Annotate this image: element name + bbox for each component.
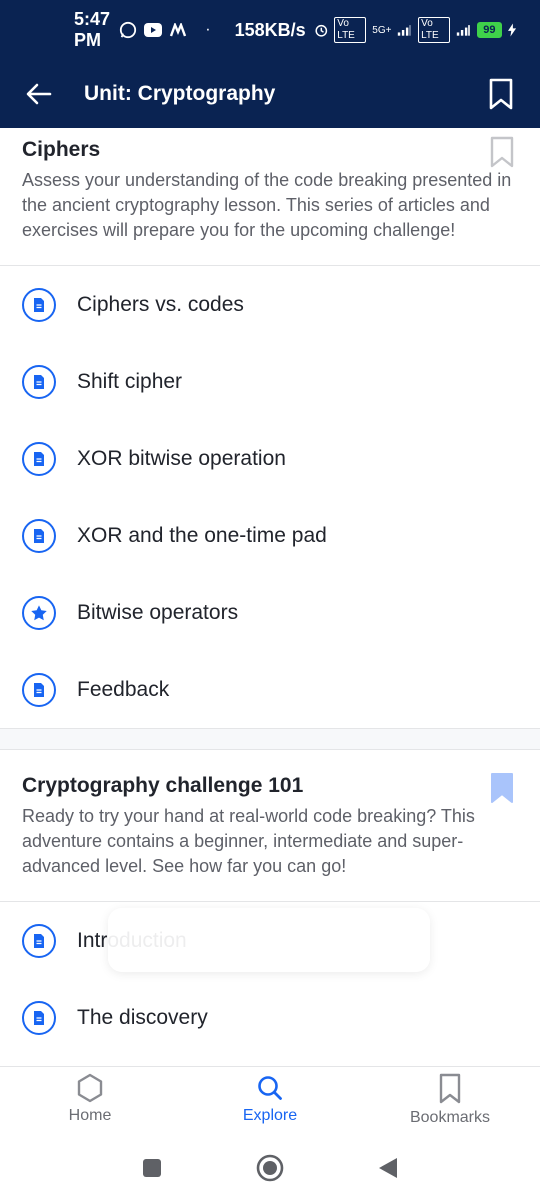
app-bar: Unit: Cryptography [0,60,540,128]
bookmark-icon [489,78,513,110]
section-header-challenge: Cryptography challenge 101 Ready to try … [0,750,540,902]
status-right-icons: Vo LTE 5G+ Vo LTE 99 [314,17,517,43]
article-icon [22,364,56,399]
list-item[interactable]: Bitwise operators [0,574,540,651]
triangle-back-icon [379,1158,397,1178]
list-item[interactable]: XOR bitwise operation [0,420,540,497]
alarm-icon [315,24,327,37]
list-item[interactable]: XOR and the one-time pad [0,497,540,574]
item-label: XOR and the one-time pad [77,523,327,547]
toast-overlay [108,908,430,972]
whatsapp-icon [120,21,137,39]
youtube-icon [144,23,163,37]
page-title: Unit: Cryptography [84,82,276,105]
list-item[interactable]: The discovery [0,979,540,1056]
volte-icon: Vo LTE [334,17,367,43]
section-header-ciphers: Ciphers Assess your understanding of the… [0,128,540,266]
section-title: Cryptography challenge 101 [22,774,304,797]
nav-explore[interactable]: Explore [180,1067,360,1136]
article-icon [22,923,56,958]
nav-label: Home [68,1107,112,1124]
m-icon [170,23,187,37]
signal-icon-2 [456,25,470,36]
system-nav-bar [0,1136,540,1200]
nav-label: Bookmarks [409,1109,491,1126]
item-label: Ciphers vs. codes [77,292,244,316]
item-label: The discovery [77,1005,208,1029]
star-icon [22,595,56,630]
article-icon [22,1000,56,1035]
article-icon [22,672,56,707]
item-label: Bitwise operators [77,600,239,624]
home-button[interactable] [255,1153,285,1183]
volte-icon-2: Vo LTE [418,17,451,43]
circle-icon [256,1154,284,1182]
charging-icon [507,23,517,37]
bookmark-icon [490,136,514,168]
battery-icon: 99 [476,22,502,38]
status-bar: 5:47 PM · 158KB/s Vo LTE 5G+ Vo LTE 99 [0,0,540,60]
status-time: 5:47 PM [74,9,111,50]
article-icon [22,287,56,322]
back-button[interactable] [24,79,54,109]
status-speed: 158KB/s [234,19,306,40]
arrow-left-icon [26,83,52,105]
unit-bookmark-button[interactable] [486,77,516,111]
signal-icon [398,25,412,36]
back-nav-button[interactable] [373,1153,403,1183]
network-type-label: 5G+ [372,24,392,36]
bookmark-filled-icon [491,773,513,803]
list-item[interactable]: Feedback [0,651,540,728]
section-bookmark-button[interactable] [490,772,514,806]
search-icon [258,1076,282,1100]
status-app-icons: · [119,21,211,39]
bottom-nav: Home Explore Bookmarks [0,1066,540,1136]
nav-label: Explore [242,1107,298,1124]
section-description: Assess your understanding of the code br… [22,170,512,240]
section-title: Ciphers [22,138,101,161]
item-label: XOR bitwise operation [77,446,286,470]
article-icon [22,518,56,553]
nav-home[interactable]: Home [0,1067,180,1136]
item-label: Feedback [77,677,170,701]
dot-icon: · [205,21,211,38]
nav-bookmarks[interactable]: Bookmarks [360,1067,540,1136]
recents-button[interactable] [137,1153,167,1183]
list-item[interactable]: Ciphers vs. codes [0,266,540,343]
square-icon [143,1159,161,1177]
item-label: Shift cipher [77,369,183,393]
hexagon-icon [77,1073,103,1103]
section-divider [0,728,540,750]
section-bookmark-button[interactable] [490,136,514,170]
section-description: Ready to try your hand at real-world cod… [22,806,475,876]
bookmark-icon [439,1073,461,1104]
article-icon [22,441,56,476]
list-item[interactable]: Shift cipher [0,343,540,420]
